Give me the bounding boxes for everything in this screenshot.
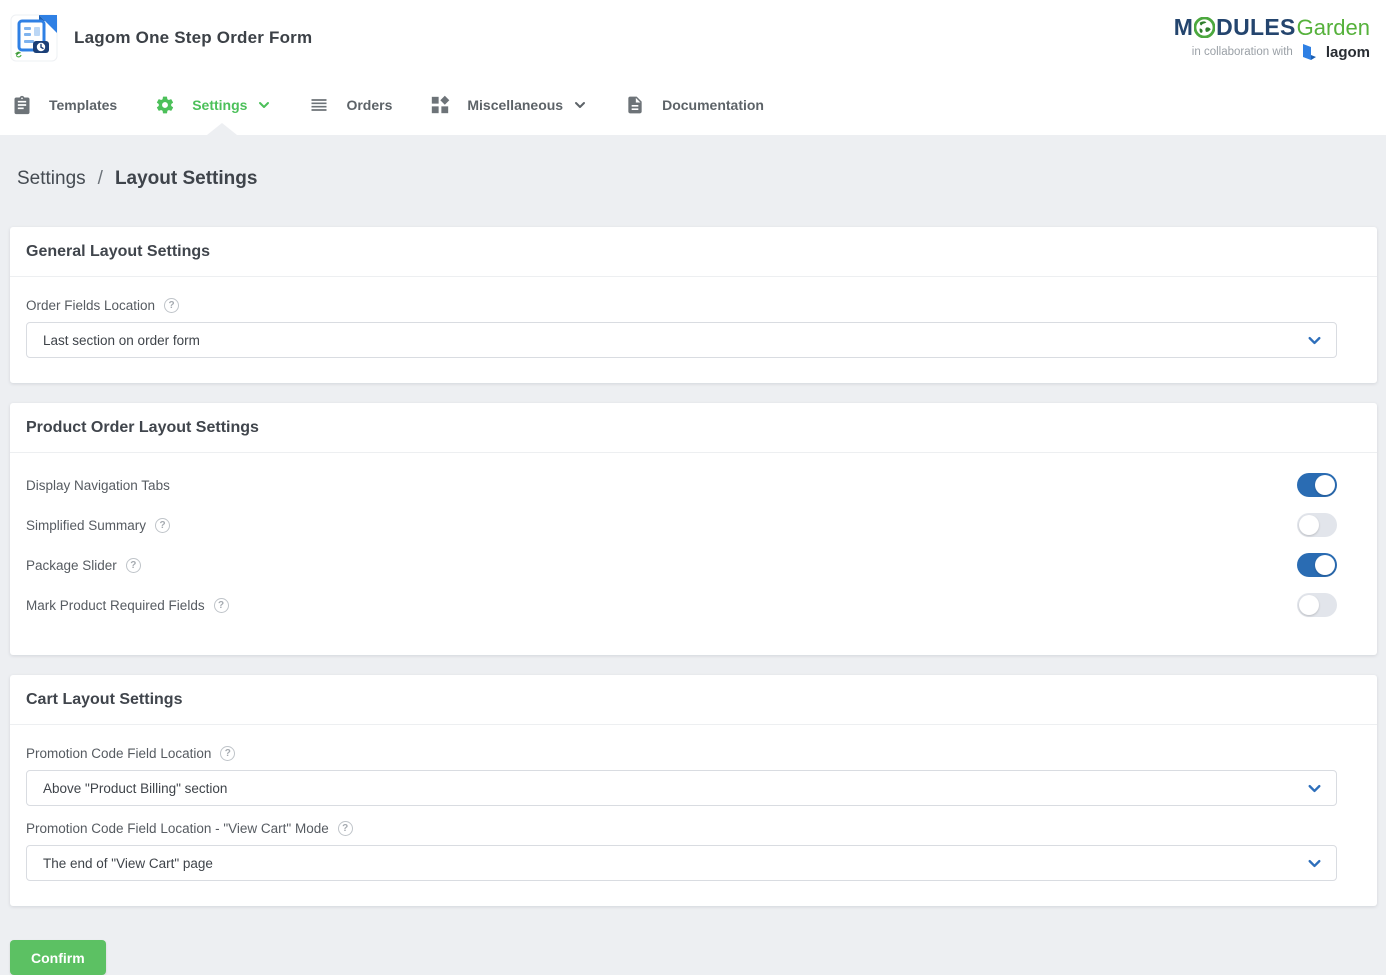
lagom-wordmark: lagom: [1326, 44, 1370, 61]
promotion-code-view-cart-mode-select[interactable]: The end of "View Cart" page: [26, 845, 1337, 881]
card-title: Cart Layout Settings: [26, 691, 182, 708]
breadcrumb-current-page: Layout Settings: [115, 168, 258, 190]
field-label-row: Order Fields Location ?: [26, 298, 1337, 313]
help-icon[interactable]: ?: [164, 298, 179, 313]
toggle-knob: [1315, 475, 1335, 495]
nav-item-miscellaneous[interactable]: Miscellaneous: [430, 95, 587, 115]
nav-label-templates: Templates: [49, 97, 117, 113]
card-header: Cart Layout Settings: [10, 675, 1377, 725]
nav-label-miscellaneous: Miscellaneous: [467, 97, 563, 113]
card-header: Product Order Layout Settings: [10, 403, 1377, 453]
package-slider-toggle[interactable]: [1297, 553, 1337, 577]
toggle-row-mark-product-required-fields: Mark Product Required Fields ?: [26, 585, 1337, 625]
active-tab-caret: [207, 123, 237, 135]
nav-label-documentation: Documentation: [662, 97, 764, 113]
chevron-down-icon: [573, 98, 587, 112]
order-fields-location-label: Order Fields Location: [26, 298, 155, 313]
list-icon: [309, 95, 329, 115]
toggle-row-package-slider: Package Slider ?: [26, 545, 1337, 585]
nav-item-documentation[interactable]: Documentation: [625, 95, 764, 115]
clipboard-icon: [12, 95, 32, 115]
nav-item-settings[interactable]: Settings: [155, 95, 271, 115]
globe-icon: [1194, 17, 1215, 38]
chevron-down-icon: [1307, 856, 1322, 871]
app-logo-icon: [8, 12, 60, 64]
nav-label-settings: Settings: [192, 97, 247, 113]
brand-garden-text: Garden: [1297, 15, 1370, 41]
toggle-row-display-navigation-tabs: Display Navigation Tabs: [26, 465, 1337, 505]
lagom-logo-icon: [1301, 43, 1318, 61]
mark-product-required-fields-toggle[interactable]: [1297, 593, 1337, 617]
help-icon[interactable]: ?: [338, 821, 353, 836]
grid-icon: [430, 95, 450, 115]
simplified-summary-label: Simplified Summary: [26, 518, 146, 533]
modulesgarden-brand: M DULES Garden in collaboration with lag…: [1174, 14, 1372, 61]
promotion-code-view-cart-mode-label: Promotion Code Field Location - "View Ca…: [26, 821, 329, 836]
promotion-code-field-location-label: Promotion Code Field Location: [26, 746, 211, 761]
order-fields-location-select[interactable]: Last section on order form: [26, 322, 1337, 358]
card-title: Product Order Layout Settings: [26, 419, 259, 436]
brand-m-text: M: [1174, 14, 1193, 41]
help-icon[interactable]: ?: [155, 518, 170, 533]
toggle-knob: [1299, 595, 1319, 615]
breadcrumb-separator: /: [98, 168, 103, 190]
select-value: Last section on order form: [43, 333, 200, 348]
product-order-layout-settings-card: Product Order Layout Settings Display Na…: [10, 403, 1377, 655]
nav-item-templates[interactable]: Templates: [12, 95, 117, 115]
display-navigation-tabs-label: Display Navigation Tabs: [26, 478, 170, 493]
field-label-row: Promotion Code Field Location - "View Ca…: [26, 821, 1337, 836]
help-icon[interactable]: ?: [220, 746, 235, 761]
chevron-down-icon: [257, 98, 271, 112]
modulesgarden-logo: M DULES Garden: [1174, 14, 1370, 41]
toggle-row-simplified-summary: Simplified Summary ?: [26, 505, 1337, 545]
breadcrumb: Settings / Layout Settings: [10, 135, 1377, 227]
promotion-code-field-location-select[interactable]: Above "Product Billing" section: [26, 770, 1337, 806]
toggle-label-wrap: Simplified Summary ?: [26, 518, 170, 533]
toggle-label-wrap: Mark Product Required Fields ?: [26, 598, 229, 613]
document-icon: [625, 95, 645, 115]
select-value: Above "Product Billing" section: [43, 781, 227, 796]
collaboration-row: in collaboration with lagom: [1192, 43, 1370, 61]
toggle-label-wrap: Package Slider ?: [26, 558, 141, 573]
content-area: Settings / Layout Settings General Layou…: [0, 135, 1386, 975]
gear-icon: [155, 95, 175, 115]
chevron-down-icon: [1307, 333, 1322, 348]
package-slider-label: Package Slider: [26, 558, 117, 573]
collaboration-text: in collaboration with: [1192, 46, 1293, 58]
help-icon[interactable]: ?: [214, 598, 229, 613]
toggle-knob: [1299, 515, 1319, 535]
breadcrumb-section[interactable]: Settings: [17, 168, 86, 190]
toggle-label-wrap: Display Navigation Tabs: [26, 478, 170, 493]
field-label-row: Promotion Code Field Location ?: [26, 746, 1337, 761]
app-header: Lagom One Step Order Form M DULES Garden…: [0, 0, 1386, 75]
page-title: Lagom One Step Order Form: [74, 28, 312, 48]
chevron-down-icon: [1307, 781, 1322, 796]
mark-product-required-fields-label: Mark Product Required Fields: [26, 598, 205, 613]
brand-dules-text: DULES: [1216, 14, 1295, 41]
footer-actions: Confirm: [10, 926, 1377, 975]
nav-item-orders[interactable]: Orders: [309, 95, 392, 115]
nav-label-orders: Orders: [346, 97, 392, 113]
general-layout-settings-card: General Layout Settings Order Fields Loc…: [10, 227, 1377, 383]
card-body: Display Navigation Tabs Simplified Summa…: [10, 453, 1377, 655]
help-icon[interactable]: ?: [126, 558, 141, 573]
select-value: The end of "View Cart" page: [43, 856, 213, 871]
simplified-summary-toggle[interactable]: [1297, 513, 1337, 537]
display-navigation-tabs-toggle[interactable]: [1297, 473, 1337, 497]
card-title: General Layout Settings: [26, 243, 210, 260]
card-header: General Layout Settings: [10, 227, 1377, 277]
card-body: Promotion Code Field Location ? Above "P…: [10, 725, 1377, 906]
card-body: Order Fields Location ? Last section on …: [10, 277, 1377, 383]
cart-layout-settings-card: Cart Layout Settings Promotion Code Fiel…: [10, 675, 1377, 906]
toggle-knob: [1315, 555, 1335, 575]
